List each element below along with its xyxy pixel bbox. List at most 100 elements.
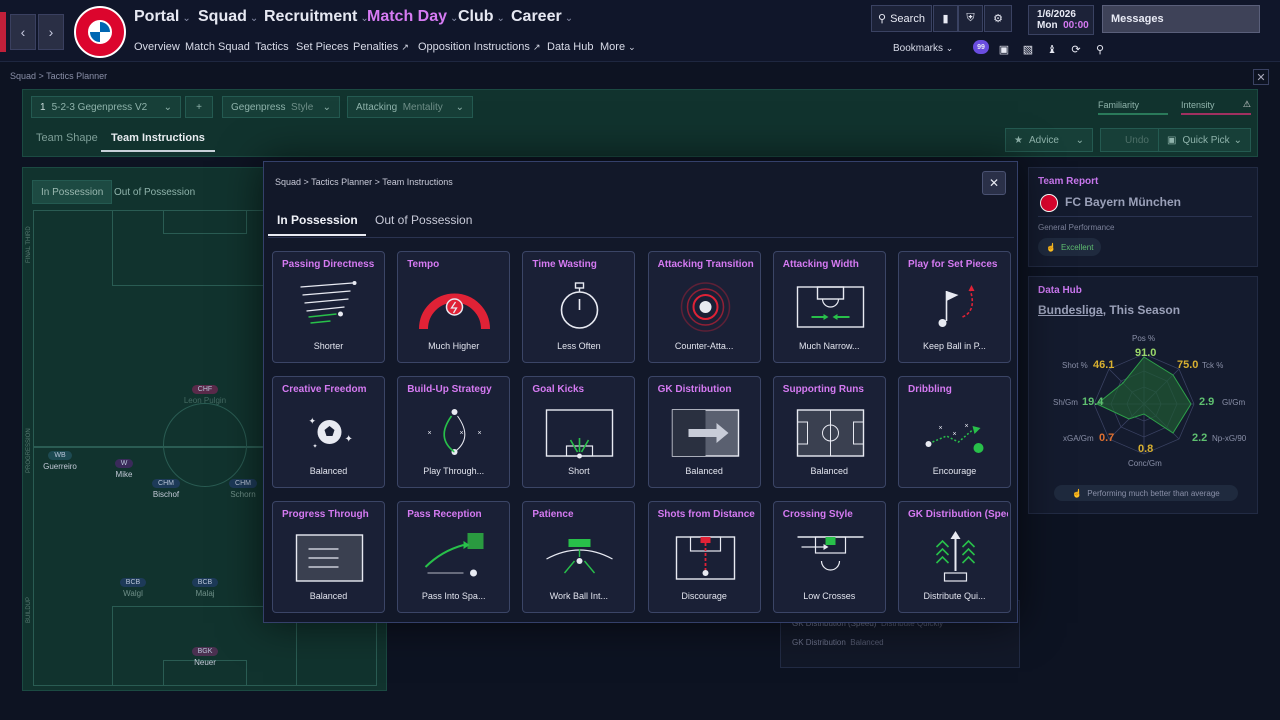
instruction-card-goal-kicks[interactable]: Goal Kicks Short xyxy=(522,376,636,488)
club-badge[interactable] xyxy=(74,6,126,58)
instruction-card-crossing-style[interactable]: Crossing Style Low Crosses xyxy=(772,501,886,613)
player-name: Leon Pulgin xyxy=(183,396,227,405)
breadcrumb-item[interactable]: Squad xyxy=(275,177,301,187)
pitch-tab-out-of-possession[interactable]: Out of Possession xyxy=(105,180,204,204)
tactics-header-panel: 1 5-2-3 Gegenpress V2 ⌄ + Gegenpress Style… xyxy=(22,89,1258,157)
tab-team-shape[interactable]: Team Shape xyxy=(36,132,98,144)
player-w[interactable]: W Mike xyxy=(94,458,154,479)
chevron-down-icon: ⌄ xyxy=(628,42,636,52)
svg-text:×: × xyxy=(939,425,943,432)
notifications-badge[interactable]: 99 xyxy=(973,40,989,54)
instruction-card-attacking-width[interactable]: Attacking Width Much Narrow... xyxy=(772,251,886,363)
intensity-meter[interactable]: Intensity ⚠ xyxy=(1181,99,1251,115)
quick-pick-label: Quick Pick xyxy=(1182,134,1230,146)
subnav-overview[interactable]: Overview xyxy=(134,41,180,53)
nav-recruitment[interactable]: Recruitment ⌄ xyxy=(264,8,369,26)
formation-select[interactable]: 1 5-2-3 Gegenpress V2 ⌄ xyxy=(31,96,181,118)
manager-button[interactable]: ⛨ xyxy=(958,5,983,32)
messages-button[interactable]: Messages xyxy=(1102,5,1260,33)
player-wb[interactable]: WB Guerreiro xyxy=(30,450,90,471)
tab-team-instructions[interactable]: Team Instructions xyxy=(101,126,215,152)
breadcrumb-item[interactable]: Tactics Planner xyxy=(46,71,107,81)
back-button[interactable]: ‹ xyxy=(10,14,36,50)
external-link-icon: ↗ xyxy=(401,42,409,52)
nav-career[interactable]: Career ⌄ xyxy=(511,8,573,26)
card-value: Much Higher xyxy=(428,341,480,351)
subnav-tactics[interactable]: Tactics xyxy=(255,41,289,53)
instruction-card-play-for-set-pieces[interactable]: Play for Set Pieces Keep Ball in P... xyxy=(898,251,1011,363)
nav-match-day[interactable]: Match Day ⌄ xyxy=(367,8,458,26)
player-chf[interactable]: CHF Leon Pulgin xyxy=(175,384,235,405)
instruction-card-progress-through[interactable]: Progress Through Balanced xyxy=(272,501,385,613)
modal-close-button[interactable]: ✕ xyxy=(982,171,1006,195)
trophy-icon[interactable]: ⚲ xyxy=(1093,42,1107,56)
pitch-tab-in-possession[interactable]: In Possession xyxy=(32,180,113,204)
player-bcb-1[interactable]: BCB Walgl xyxy=(103,577,163,598)
player-bcb-2[interactable]: BCB Malaj xyxy=(175,577,235,598)
data-hub-title[interactable]: Data Hub xyxy=(1038,285,1082,296)
instruction-card-shots-from-distance[interactable]: Shots from Distance Discourage xyxy=(647,501,761,613)
subnav-penalties[interactable]: Penalties ↗ xyxy=(353,41,409,53)
bookmark-button[interactable]: ▮ xyxy=(933,5,958,32)
card-value: Low Crosses xyxy=(803,591,856,601)
date-time-button[interactable]: 1/6/2026 Mon 00:00 xyxy=(1028,5,1094,35)
crossing-style-icon xyxy=(797,536,864,571)
nav-squad[interactable]: Squad ⌄ xyxy=(198,8,258,26)
subnav-label: Opposition Instructions xyxy=(418,41,530,53)
instruction-card-pass-reception[interactable]: Pass Reception Pass Into Spa... xyxy=(397,501,511,613)
nav-club[interactable]: Club ⌄ xyxy=(458,8,505,26)
instruction-card-gk-distribution[interactable]: GK Distribution Balanced xyxy=(647,376,761,488)
subnav-opposition-instructions[interactable]: Opposition Instructions ↗ xyxy=(418,41,541,53)
familiarity-meter[interactable]: Familiarity xyxy=(1098,100,1168,115)
add-tactic-button[interactable]: + xyxy=(185,96,213,118)
clipboard-icon[interactable]: ▧ xyxy=(1021,42,1035,56)
subnav-more[interactable]: More ⌄ xyxy=(600,41,636,53)
instruction-card-supporting-runs[interactable]: Supporting Runs Balanced xyxy=(772,376,886,488)
subnav-set-pieces[interactable]: Set Pieces xyxy=(296,41,349,53)
nav-portal[interactable]: Portal ⌄ xyxy=(134,8,191,26)
style-select[interactable]: Gegenpress Style ⌄ xyxy=(222,96,340,118)
instruction-card-dribbling[interactable]: Dribbling × × × Encourage xyxy=(898,376,1011,488)
card-title: GK Distribution xyxy=(657,384,732,395)
player-bgk[interactable]: BGK Neuer xyxy=(175,646,235,667)
shirt-icon[interactable]: ▣ xyxy=(997,42,1011,56)
search-button[interactable]: ⚲ Search xyxy=(871,5,932,32)
league-link[interactable]: Bundesliga xyxy=(1038,303,1103,317)
gear-icon: ⚙ xyxy=(993,13,1003,25)
refresh-icon[interactable]: ⟳ xyxy=(1069,42,1083,56)
data-hub-panel: Data Hub Bundesliga, This Season Pos % 9… xyxy=(1028,276,1258,514)
instruction-card-creative-freedom[interactable]: Creative Freedom ✦ ✦ ✦ Balanced xyxy=(272,376,385,488)
instruction-card-attacking-transition[interactable]: Attacking Transition Counter-Atta... xyxy=(647,251,761,363)
breadcrumb-item[interactable]: Squad xyxy=(10,71,36,81)
shots-distance-icon xyxy=(675,536,735,580)
subnav-match-squad[interactable]: Match Squad xyxy=(185,41,250,53)
advice-button[interactable]: ★ Advice ⌄ xyxy=(1005,128,1093,152)
close-page-button[interactable]: ✕ xyxy=(1253,69,1269,85)
instruction-card-gk-distribution-speed[interactable]: GK Distribution (Speed Distribute Qui... xyxy=(898,501,1011,613)
instruction-card-tempo[interactable]: Tempo Much Higher xyxy=(397,251,511,363)
player-name: Malaj xyxy=(195,589,215,598)
quick-pick-button[interactable]: ▣ Quick Pick ⌄ xyxy=(1158,128,1251,152)
style-value: Gegenpress xyxy=(231,101,286,113)
modal-tab-in-possession[interactable]: In Possession xyxy=(268,206,366,236)
player-chm-1[interactable]: CHM Bischof xyxy=(136,478,196,499)
bookmarks-menu[interactable]: Bookmarks ⌄ xyxy=(893,43,953,54)
search-label: Search xyxy=(890,12,925,25)
passing-directness-icon xyxy=(300,281,357,324)
settings-button[interactable]: ⚙ xyxy=(984,5,1012,32)
modal-tab-out-of-possession[interactable]: Out of Possession xyxy=(375,213,472,227)
forward-button[interactable]: › xyxy=(38,14,64,50)
mentality-select[interactable]: Attacking Mentality ⌄ xyxy=(347,96,473,118)
instruction-card-passing-directness[interactable]: Passing Directness Shorter xyxy=(272,251,385,363)
instruction-card-time-wasting[interactable]: Time Wasting Less Often xyxy=(522,251,636,363)
nav-label: Career xyxy=(511,8,562,25)
instruction-card-patience[interactable]: Patience Work Ball Int... xyxy=(522,501,636,613)
performance-summary: ☝ Performing much better than average xyxy=(1054,485,1238,501)
coach-icon[interactable]: ♝ xyxy=(1045,42,1059,56)
subnav-data-hub[interactable]: Data Hub xyxy=(547,41,593,53)
stat-label: Pos % xyxy=(1132,334,1156,343)
team-report-title[interactable]: Team Report xyxy=(1038,176,1098,187)
instruction-card-build-up-strategy[interactable]: Build-Up Strategy × × × Play Through... xyxy=(397,376,511,488)
breadcrumb-item[interactable]: Tactics Planner xyxy=(311,177,372,187)
advice-label: Advice xyxy=(1028,134,1059,146)
